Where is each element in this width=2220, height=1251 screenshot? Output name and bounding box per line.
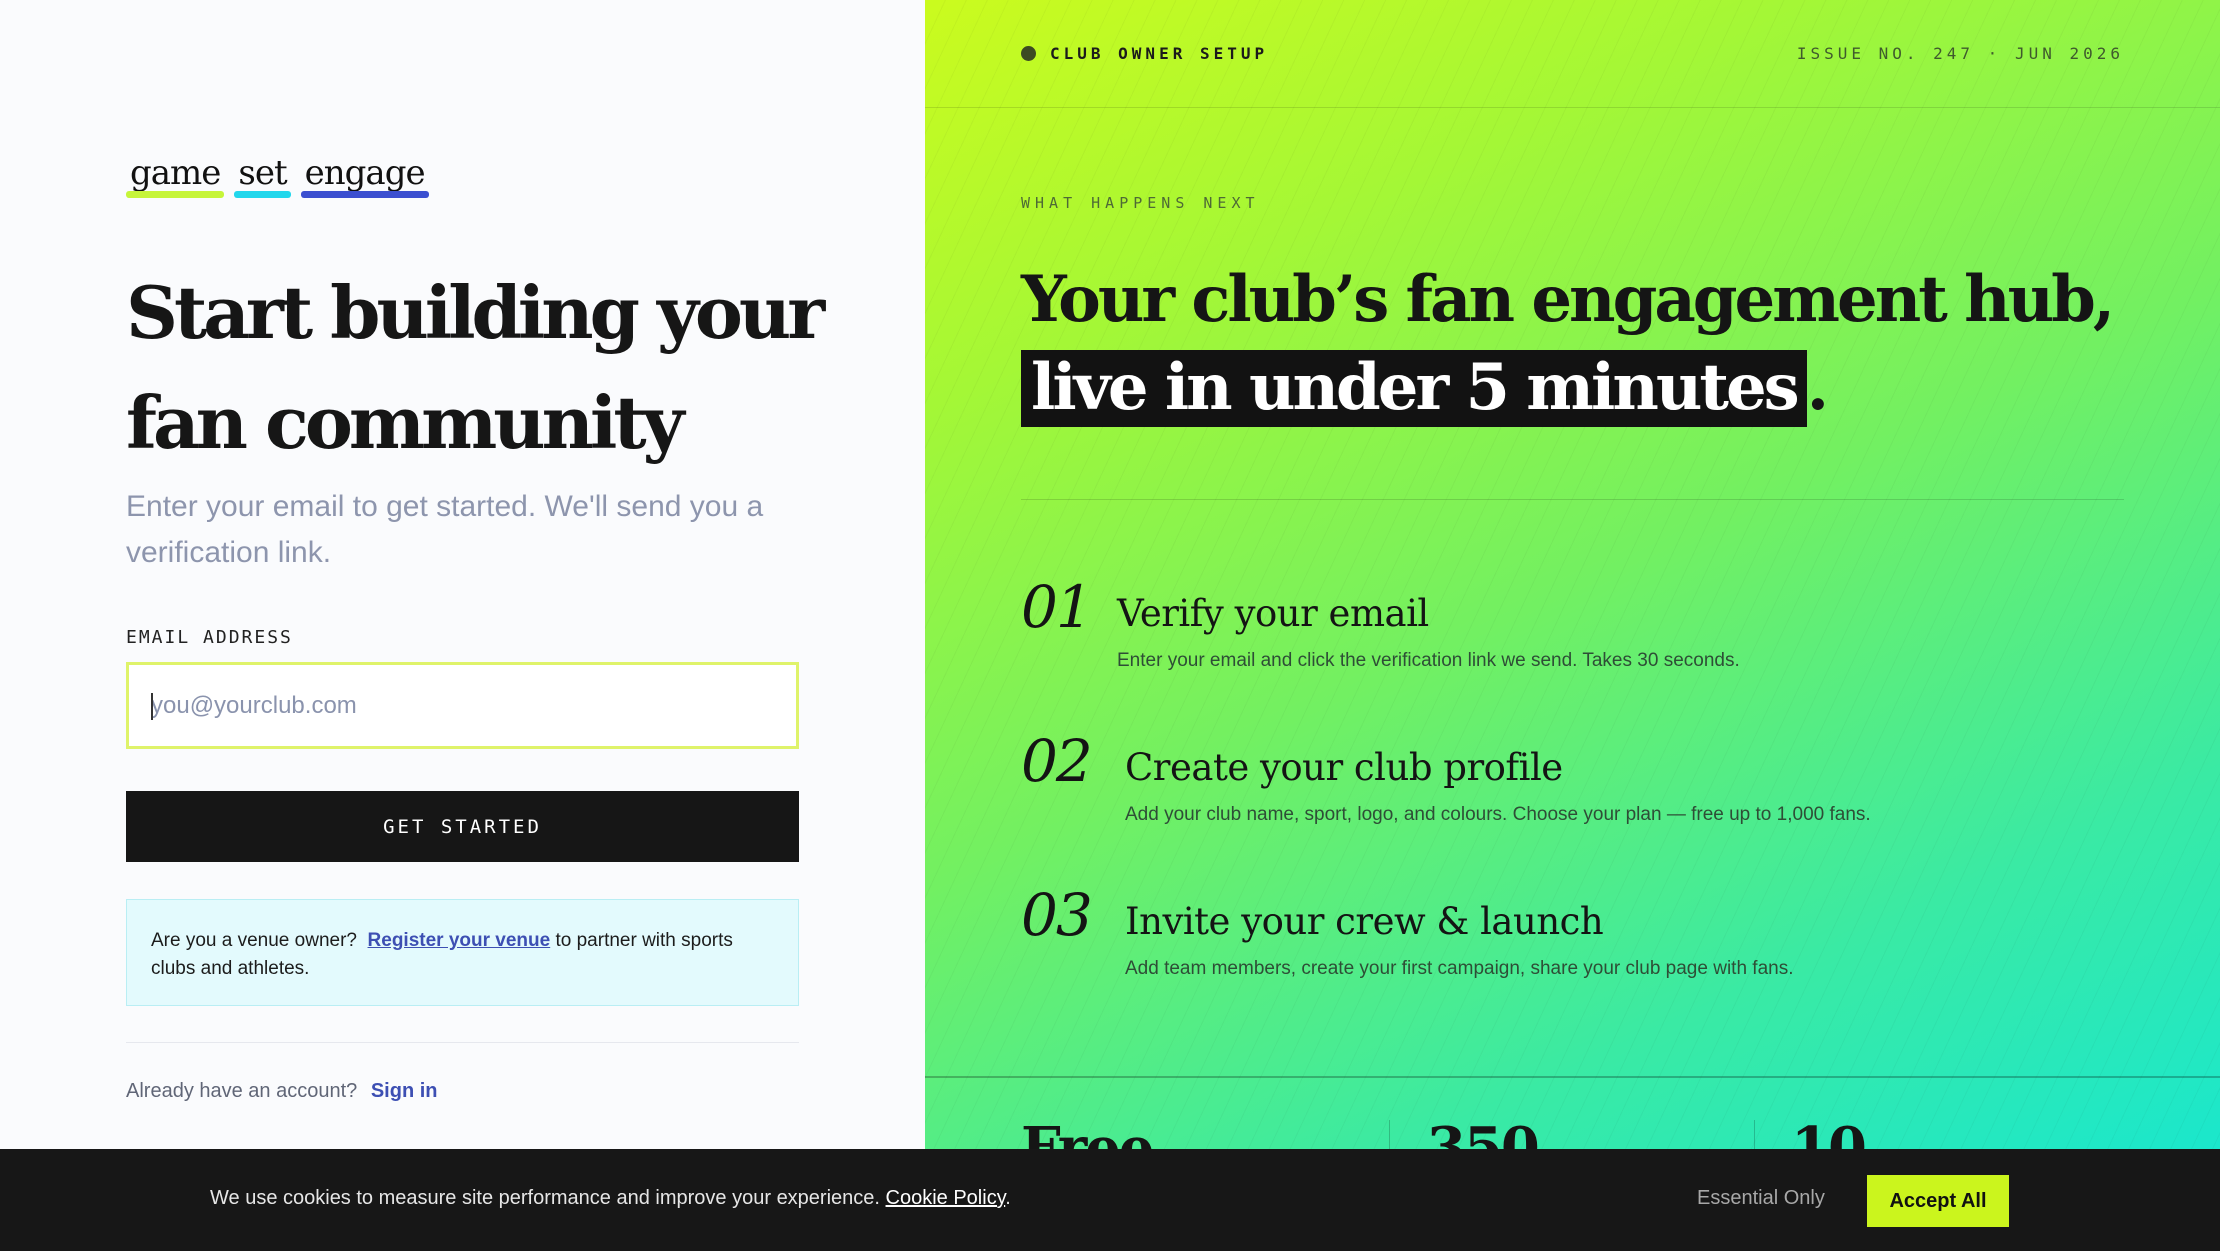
step-description: Add your club name, sport, logo, and col…	[1125, 804, 1871, 825]
essential-only-button[interactable]: Essential Only	[1697, 1187, 1825, 1210]
aside-headline-line-1: Your club’s fan engagement hub,	[1021, 262, 2115, 337]
venue-prompt: Are you a venue owner?	[151, 930, 357, 951]
brand-logo[interactable]: game set engage	[126, 156, 429, 198]
accept-all-button[interactable]: Accept All	[1867, 1175, 2009, 1227]
divider	[126, 1042, 799, 1043]
step-title: Invite your crew & launch	[1125, 900, 1604, 943]
signin-row: Already have an account? Sign in	[126, 1080, 438, 1103]
page-subtitle: Enter your email to get started. We'll s…	[126, 490, 764, 569]
page-title-line-2: fan community	[126, 380, 684, 465]
logo-word-game: game	[126, 156, 225, 198]
section-kicker: WHAT HAPPENS NEXT	[1021, 194, 1260, 212]
page-title: Start building your fan community	[126, 258, 846, 478]
cookie-period: .	[1005, 1187, 1011, 1209]
status-dot-icon	[1021, 46, 1036, 61]
step-title: Create your club profile	[1125, 746, 1563, 789]
step-number: 01	[1021, 573, 1093, 641]
setup-badge: CLUB OWNER SETUP	[1021, 44, 1268, 63]
signin-prompt: Already have an account?	[126, 1080, 358, 1102]
aside-headline-period: .	[1806, 350, 1829, 425]
aside-headline: Your club’s fan engagement hub, live in …	[1021, 256, 2151, 432]
register-venue-link[interactable]: Register your venue	[368, 930, 551, 951]
stats-divider	[925, 1076, 2220, 1078]
logo-underline-lime	[126, 191, 225, 198]
issue-label: ISSUE NO. 247 · JUN 2026	[1796, 44, 2124, 63]
cookie-text: We use cookies to measure site performan…	[210, 1187, 880, 1209]
email-field[interactable]	[126, 662, 799, 749]
step-description: Add team members, create your first camp…	[1125, 958, 1794, 979]
get-started-button[interactable]: GET STARTED	[126, 791, 799, 862]
email-label: EMAIL ADDRESS	[126, 627, 293, 648]
step-number: 02	[1021, 727, 1093, 795]
signup-panel: game set engage Start building your fan …	[0, 0, 925, 1251]
venue-owner-notice: Are you a venue owner? Register your ven…	[126, 899, 799, 1006]
cookie-policy-link[interactable]: Cookie Policy	[886, 1187, 1006, 1209]
page-title-line-1: Start building your	[126, 270, 825, 355]
logo-word-set: set	[234, 156, 291, 198]
setup-badge-label: CLUB OWNER SETUP	[1050, 44, 1269, 63]
logo-word-engage: engage	[300, 156, 429, 198]
aside-headline-highlight: live in under 5 minutes	[1021, 350, 1807, 427]
onboarding-aside: CLUB OWNER SETUP ISSUE NO. 247 · JUN 202…	[925, 0, 2220, 1251]
step-description: Enter your email and click the verificat…	[1117, 650, 1740, 671]
logo-underline-cyan	[234, 191, 291, 198]
text-cursor	[151, 693, 153, 720]
sign-in-link[interactable]: Sign in	[371, 1080, 438, 1102]
aside-divider	[1021, 499, 2124, 500]
logo-underline-blue	[300, 191, 429, 198]
aside-topbar: CLUB OWNER SETUP ISSUE NO. 247 · JUN 202…	[925, 0, 2220, 108]
cookie-message: We use cookies to measure site performan…	[210, 1187, 1011, 1210]
step-title: Verify your email	[1117, 592, 1429, 635]
step-number: 03	[1021, 881, 1093, 949]
